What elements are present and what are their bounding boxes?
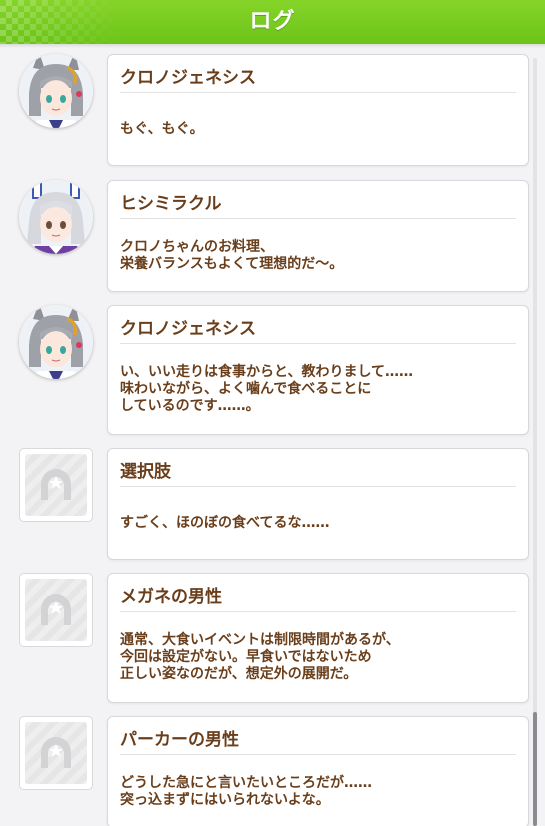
log-bubble: 選択肢 すごく、ほのぼの食べてるな…… <box>107 448 529 560</box>
speaker-name: クロノジェネシス <box>120 68 256 88</box>
divider <box>120 218 516 219</box>
log-entry: クロノジェネシス い、いい走りは食事からと、教わりまして…… 味わいながら、よく… <box>0 305 545 435</box>
log-bubble: クロノジェネシス もぐ、もぐ。 <box>107 54 529 166</box>
header-bar: ログ <box>0 0 545 44</box>
scrollbar-track[interactable] <box>533 58 537 826</box>
horseshoe-placeholder-icon <box>19 716 93 790</box>
speaker-name: ヒシミラクル <box>120 194 222 214</box>
log-entry: パーカーの男性 どうした急にと言いたいところだが…… 突っ込まずにはいられないよ… <box>0 716 545 826</box>
log-list[interactable]: クロノジェネシス もぐ、もぐ。 ヒシミラクル クロノちゃんのお料理、 栄養バラン… <box>0 48 545 826</box>
log-entry: メガネの男性 通常、大食いイベントは制限時間があるが、 今回は設定がない。早食い… <box>0 573 545 703</box>
log-bubble: メガネの男性 通常、大食いイベントは制限時間があるが、 今回は設定がない。早食い… <box>107 573 529 703</box>
log-entry: クロノジェネシス もぐ、もぐ。 <box>0 48 545 166</box>
horseshoe-placeholder-icon <box>19 573 93 647</box>
log-bubble: ヒシミラクル クロノちゃんのお料理、 栄養バランスもよくて理想的だ～。 <box>107 180 529 292</box>
log-entry: 選択肢 すごく、ほのぼの食べてるな…… <box>0 448 545 560</box>
message-text: もぐ、もぐ。 <box>120 121 204 137</box>
message-text: どうした急にと言いたいところだが…… 突っ込まずにはいられないよな。 <box>120 775 372 808</box>
message-text: 通常、大食いイベントは制限時間があるが、 今回は設定がない。早食いではないため … <box>120 632 400 682</box>
speaker-name: 選択肢 <box>120 462 171 482</box>
horseshoe-placeholder-icon <box>19 448 93 522</box>
divider <box>120 92 516 93</box>
divider <box>120 486 516 487</box>
log-bubble: クロノジェネシス い、いい走りは食事からと、教わりまして…… 味わいながら、よく… <box>107 305 529 435</box>
message-text: クロノちゃんのお料理、 栄養バランスもよくて理想的だ～。 <box>120 239 344 272</box>
divider <box>120 611 516 612</box>
divider <box>120 754 516 755</box>
message-text: すごく、ほのぼの食べてるな…… <box>120 515 330 531</box>
character-portrait-gray-hair-icon <box>19 305 93 379</box>
scrollbar-thumb[interactable] <box>533 712 537 826</box>
character-portrait-silver-hair-icon <box>19 180 93 254</box>
speaker-name: メガネの男性 <box>120 587 222 607</box>
message-text: い、いい走りは食事からと、教わりまして…… 味わいながら、よく噛んで食べることに… <box>120 364 414 414</box>
character-portrait-gray-hair-icon <box>19 54 93 128</box>
log-bubble: パーカーの男性 どうした急にと言いたいところだが…… 突っ込まずにはいられないよ… <box>107 716 529 826</box>
page-title: ログ <box>249 9 296 34</box>
speaker-name: パーカーの男性 <box>120 730 239 750</box>
speaker-name: クロノジェネシス <box>120 319 256 339</box>
divider <box>120 343 516 344</box>
log-entry: ヒシミラクル クロノちゃんのお料理、 栄養バランスもよくて理想的だ～。 <box>0 180 545 292</box>
